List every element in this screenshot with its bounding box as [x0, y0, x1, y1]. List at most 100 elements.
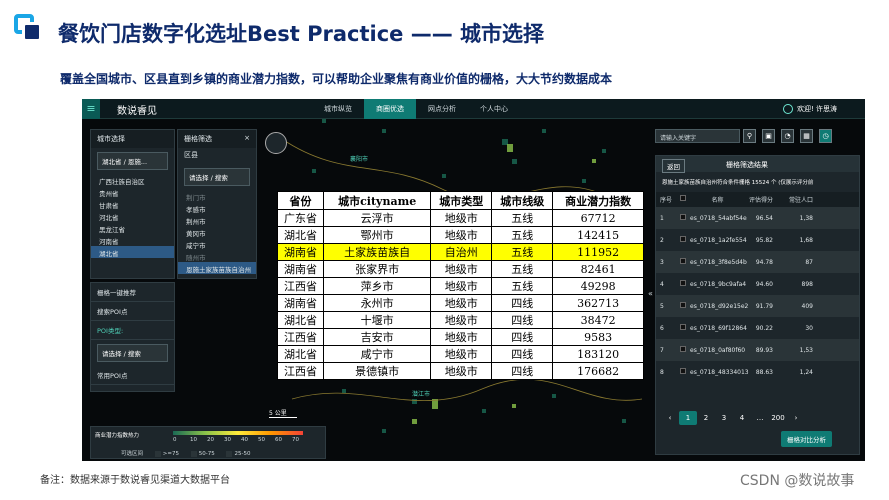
- result-row[interactable]: 2 es_0718_1a2fe554 95.82 1,68: [656, 229, 859, 251]
- province-item-selected[interactable]: 湖北省: [91, 246, 174, 258]
- col-name: 名称: [711, 197, 724, 204]
- city-item[interactable]: 黄冈市: [178, 226, 256, 238]
- common-poi-item[interactable]: 常用POI点: [91, 366, 174, 385]
- row-name: es_0718_d92e15e2: [690, 302, 749, 310]
- table-header: 城市线级: [491, 191, 554, 210]
- table-cell: 地级市: [430, 362, 493, 380]
- map-compass-control[interactable]: [265, 132, 287, 154]
- city-item[interactable]: 孝感市: [178, 202, 256, 214]
- row-checkbox[interactable]: [680, 324, 690, 332]
- table-row: 广东省 云浮市 地级市 五线 67712: [276, 209, 644, 227]
- result-row[interactable]: 6 es_0718_69f12864 90.22 30: [656, 317, 859, 339]
- grid-recommend-button[interactable]: 栅格一键推荐: [91, 283, 174, 302]
- table-header: 商业潜力指数: [552, 191, 644, 210]
- legend-ticks: 0 10 20 30 40 50 60 70: [173, 437, 313, 443]
- range-option[interactable]: 25-50: [226, 450, 250, 457]
- city-item[interactable]: 荆州市: [178, 214, 256, 226]
- province-item[interactable]: 甘肃省: [91, 198, 174, 210]
- nav-outlet-analysis[interactable]: 网点分析: [416, 99, 468, 119]
- row-index: 7: [660, 346, 664, 354]
- range-option[interactable]: 50-75: [190, 450, 215, 457]
- slide-logo-icon: [14, 14, 42, 42]
- province-item[interactable]: 贵州省: [91, 186, 174, 198]
- table-cell: 江西省: [276, 362, 325, 380]
- city-select-dropdown[interactable]: 湖北省 / 恩施...: [97, 152, 168, 170]
- table-cell: 82461: [552, 260, 644, 278]
- result-row[interactable]: 7 es_0718_0af80f60 89.93 1,53: [656, 339, 859, 361]
- page-button[interactable]: 2: [697, 411, 715, 425]
- table-cell: 江西省: [276, 277, 325, 295]
- page-button[interactable]: 200: [769, 411, 787, 425]
- range-label: 可选区间: [121, 451, 144, 457]
- range-option[interactable]: >=75: [154, 450, 179, 457]
- user-menu[interactable]: 欢迎! 许思涛: [782, 104, 837, 114]
- filter-label: 区县: [184, 151, 198, 159]
- row-checkbox[interactable]: [680, 302, 690, 310]
- page-button[interactable]: 3: [715, 411, 733, 425]
- row-checkbox[interactable]: [680, 236, 690, 244]
- pie-icon[interactable]: ◔: [781, 129, 794, 143]
- close-icon[interactable]: ×: [244, 134, 250, 142]
- row-population: 1,68: [799, 236, 813, 244]
- table-cell: 67712: [552, 209, 644, 227]
- col-score[interactable]: 评估得分: [745, 195, 773, 204]
- heat-legend: 商业潜力指数热力 0 10 20 30 40 50 60 70 可选区间 >=75 50-75…: [90, 426, 326, 459]
- table-cell: 广东省: [276, 209, 325, 227]
- result-rows: 1 es_0718_54abf54e 96.54 1,38 2 es_0718_1a2fe…: [656, 207, 859, 383]
- province-item[interactable]: 黑龙江省: [91, 222, 174, 234]
- map-label-qianjiang: 潜江市: [412, 391, 431, 398]
- table-cell: 湖南省: [276, 294, 325, 312]
- row-checkbox[interactable]: [680, 346, 690, 354]
- table-cell: 183120: [552, 345, 644, 363]
- table-cell: 地级市: [430, 328, 493, 346]
- chart-icon[interactable]: ◷: [819, 129, 832, 143]
- result-row[interactable]: 1 es_0718_54abf54e 96.54 1,38: [656, 207, 859, 229]
- nav-personal-center[interactable]: 个人中心: [468, 99, 520, 119]
- menu-icon[interactable]: ≡: [82, 99, 100, 119]
- page-button[interactable]: ›: [787, 411, 805, 425]
- collapse-arrow-icon[interactable]: «: [648, 289, 653, 298]
- city-item[interactable]: 随州市: [178, 250, 256, 262]
- legend-tick: 60: [275, 437, 282, 443]
- result-panel-title: 栅格筛选结果: [726, 161, 768, 169]
- page-button[interactable]: 4: [733, 411, 751, 425]
- grid-compare-button[interactable]: 栅格对比分析: [781, 431, 832, 447]
- result-row[interactable]: 8 es_0718_48334013 88.63 1,24: [656, 361, 859, 383]
- table-cell: 景德镇市: [323, 362, 432, 380]
- row-checkbox[interactable]: [680, 214, 690, 222]
- row-score: 90.22: [755, 324, 773, 332]
- page-button[interactable]: 1: [679, 411, 697, 425]
- city-item[interactable]: 咸宁市: [178, 238, 256, 250]
- page-button[interactable]: …: [751, 411, 769, 425]
- row-checkbox[interactable]: [680, 258, 690, 266]
- table-cell: 四线: [491, 294, 554, 312]
- person-icon[interactable]: ⚲: [743, 129, 756, 143]
- result-row[interactable]: 4 es_0718_9bc9afa4 94.60 898: [656, 273, 859, 295]
- back-button[interactable]: 返回: [662, 159, 685, 173]
- city-item[interactable]: 荆门市: [178, 190, 256, 202]
- building-icon[interactable]: ▣: [762, 129, 775, 143]
- grid-icon[interactable]: ▦: [800, 129, 813, 143]
- province-item[interactable]: 河北省: [91, 210, 174, 222]
- keyword-search-input[interactable]: 请输入关键字: [655, 129, 740, 143]
- row-score: 91.79: [755, 302, 773, 310]
- result-row[interactable]: 5 es_0718_d92e15e2 91.79 409: [656, 295, 859, 317]
- province-item[interactable]: 河南省: [91, 234, 174, 246]
- table-cell: 地级市: [430, 311, 493, 329]
- row-name: es_0718_0af80f60: [690, 346, 746, 354]
- poi-type-select[interactable]: 请选择 / 搜索: [97, 344, 168, 362]
- table-cell: 地级市: [430, 294, 493, 312]
- result-row[interactable]: 3 es_0718_3f8e5d4b 94.78 87: [656, 251, 859, 273]
- row-index: 3: [660, 258, 664, 266]
- district-select[interactable]: 请选择 / 搜索: [184, 168, 250, 186]
- nav-city-overview[interactable]: 城市纵览: [312, 99, 364, 119]
- col-checkbox[interactable]: [680, 195, 690, 204]
- row-checkbox[interactable]: [680, 368, 690, 376]
- city-item-selected[interactable]: 恩施土家族苗族自治州: [178, 262, 256, 274]
- nav-area-selection[interactable]: 商圈优选: [364, 99, 416, 119]
- page-button[interactable]: ‹: [661, 411, 679, 425]
- row-name: es_0718_1a2fe554: [690, 236, 747, 244]
- city-select-panel: 城市选择 湖北省 / 恩施... 广西壮族自治区 贵州省 甘肃省 河北省 黑龙江…: [90, 129, 175, 279]
- row-checkbox[interactable]: [680, 280, 690, 288]
- province-item[interactable]: 广西壮族自治区: [91, 174, 174, 186]
